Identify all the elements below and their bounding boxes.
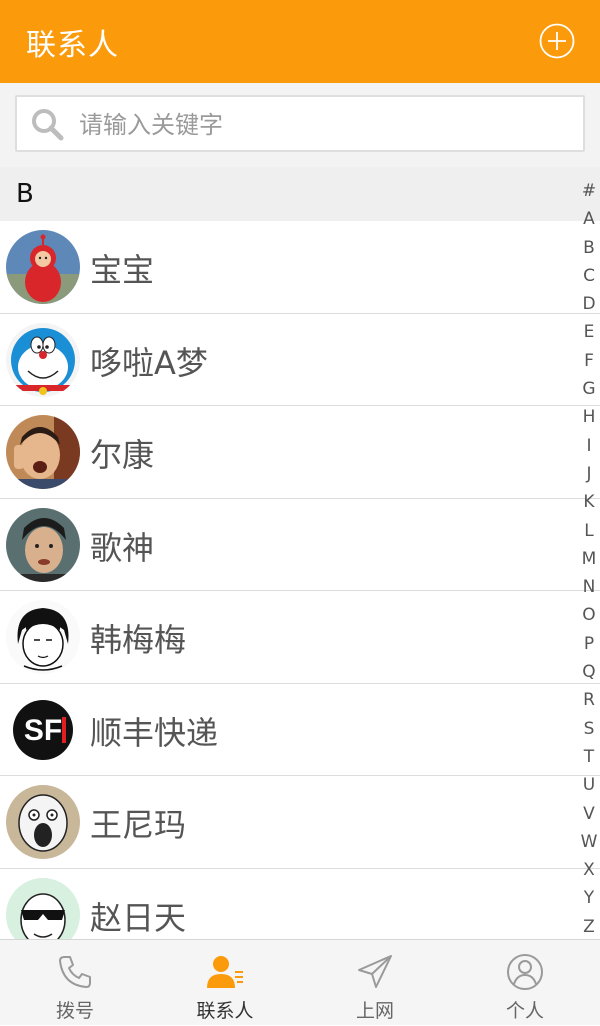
contact-row[interactable]: 歌神 xyxy=(0,498,600,591)
index-letter[interactable]: I xyxy=(578,432,600,460)
person-icon xyxy=(507,954,543,990)
tab-label: 上网 xyxy=(355,1000,394,1022)
search-bar xyxy=(0,83,600,167)
avatar xyxy=(6,600,80,674)
contact-name: 宝宝 xyxy=(90,251,155,289)
alphabet-index-bar[interactable]: # A B C D E F G H I J K L M N O P Q R S … xyxy=(578,177,600,939)
index-letter[interactable]: H xyxy=(578,403,600,431)
avatar xyxy=(6,877,80,939)
avatar xyxy=(6,230,80,304)
add-contact-button[interactable] xyxy=(539,23,575,59)
index-letter[interactable]: P xyxy=(578,630,600,658)
avatar xyxy=(6,415,80,489)
contact-name: 哆啦A梦 xyxy=(90,343,208,382)
contact-row[interactable]: 赵日天 xyxy=(0,868,600,939)
bottom-tab-bar: 拨号 联系人 上网 个人 xyxy=(0,939,600,1025)
wang-nima-avatar-icon xyxy=(6,785,80,859)
section-header: B xyxy=(0,167,600,221)
send-icon xyxy=(358,955,392,988)
avatar: SF xyxy=(6,692,80,767)
contact-list: 宝宝 哆啦A梦 尔康 歌神 韩梅梅 SF 顺丰快递 王尼玛 赵日天 xyxy=(0,221,600,939)
avatar xyxy=(6,785,80,859)
index-letter[interactable]: R xyxy=(578,686,600,714)
index-letter[interactable]: B xyxy=(578,234,600,262)
index-letter[interactable]: # xyxy=(578,177,600,205)
index-letter[interactable]: J xyxy=(578,460,600,488)
singer-avatar-icon xyxy=(6,507,80,582)
contact-row[interactable]: 王尼玛 xyxy=(0,776,600,869)
teletubby-avatar-icon xyxy=(6,230,80,304)
search-input[interactable] xyxy=(77,103,561,147)
index-letter[interactable]: E xyxy=(578,318,600,346)
contact-row[interactable]: 宝宝 xyxy=(0,221,600,314)
index-letter[interactable]: T xyxy=(578,743,600,771)
search-icon xyxy=(32,109,64,141)
avatar xyxy=(6,322,80,397)
contact-name: 歌神 xyxy=(90,528,155,567)
index-letter[interactable]: F xyxy=(578,347,600,375)
svg-text:SF: SF xyxy=(24,714,62,747)
contact-name: 顺丰快递 xyxy=(90,713,219,752)
plus-circle-icon xyxy=(539,23,575,59)
app-header: 联系人 xyxy=(0,0,600,83)
index-letter[interactable]: Y xyxy=(578,884,600,912)
tab-browse[interactable]: 上网 xyxy=(300,940,450,1026)
index-letter[interactable]: U xyxy=(578,771,600,799)
index-letter[interactable]: M xyxy=(578,545,600,573)
index-letter[interactable]: C xyxy=(578,262,600,290)
contact-row[interactable]: SF 顺丰快递 xyxy=(0,683,600,776)
index-letter[interactable]: W xyxy=(578,828,600,856)
tab-contacts[interactable]: 联系人 xyxy=(150,940,300,1026)
index-letter[interactable]: V xyxy=(578,800,600,828)
sunglasses-meme-avatar-icon xyxy=(6,877,80,939)
index-letter[interactable]: Z xyxy=(578,913,600,941)
search-box[interactable] xyxy=(15,95,585,152)
index-letter[interactable]: G xyxy=(578,375,600,403)
page-title: 联系人 xyxy=(26,28,119,63)
phone-icon xyxy=(59,956,91,988)
index-letter[interactable]: A xyxy=(578,205,600,233)
index-letter[interactable]: N xyxy=(578,573,600,601)
tab-label: 个人 xyxy=(505,1000,544,1022)
index-letter[interactable]: D xyxy=(578,290,600,318)
tab-dial[interactable]: 拨号 xyxy=(0,940,150,1026)
contact-name: 赵日天 xyxy=(90,898,187,937)
index-letter[interactable]: Q xyxy=(578,658,600,686)
erkang-avatar-icon xyxy=(6,415,80,489)
avatar xyxy=(6,507,80,582)
sf-logo-icon: SF xyxy=(6,692,80,767)
doraemon-avatar-icon xyxy=(6,322,80,397)
meme-girl-avatar-icon xyxy=(6,600,80,674)
index-letter[interactable]: K xyxy=(578,488,600,516)
tab-label: 联系人 xyxy=(196,1000,254,1022)
section-letter: B xyxy=(16,179,34,209)
contacts-icon xyxy=(207,956,243,988)
index-letter[interactable]: O xyxy=(578,601,600,629)
contact-row[interactable]: 尔康 xyxy=(0,406,600,499)
contact-name: 韩梅梅 xyxy=(90,621,187,659)
contact-name: 尔康 xyxy=(90,436,155,474)
index-letter[interactable]: L xyxy=(578,517,600,545)
tab-label: 拨号 xyxy=(55,1000,94,1022)
index-letter[interactable]: S xyxy=(578,715,600,743)
index-letter[interactable]: X xyxy=(578,856,600,884)
contact-row[interactable]: 哆啦A梦 xyxy=(0,313,600,406)
tab-profile[interactable]: 个人 xyxy=(450,940,600,1026)
contact-row[interactable]: 韩梅梅 xyxy=(0,591,600,684)
contact-name: 王尼玛 xyxy=(90,806,187,844)
